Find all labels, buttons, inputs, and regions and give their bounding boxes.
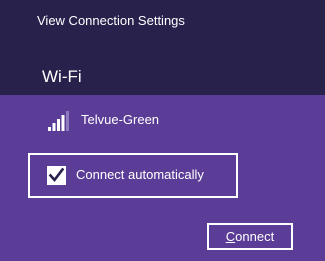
signal-bar xyxy=(52,123,56,131)
wifi-signal-icon xyxy=(48,111,69,131)
connect-automatically-label: Connect automatically xyxy=(76,167,204,182)
connect-button[interactable]: Connect xyxy=(207,223,293,250)
connect-automatically-option[interactable]: Connect automatically xyxy=(28,153,238,198)
signal-bar xyxy=(48,127,51,131)
network-name: Telvue-Green xyxy=(81,112,160,127)
checkmark-icon xyxy=(48,167,65,183)
wifi-section-heading: Wi-Fi xyxy=(42,67,82,86)
connect-button-label: onnect xyxy=(235,229,275,244)
signal-bar xyxy=(57,119,60,131)
wifi-connection-pane: View Connection Settings Wi-Fi Telvue-Gr… xyxy=(0,0,325,261)
signal-bar xyxy=(66,111,69,131)
network-item-telvue-green[interactable]: Telvue-Green xyxy=(48,110,298,134)
header-band: View Connection Settings Wi-Fi xyxy=(0,0,325,95)
connect-automatically-checkbox[interactable] xyxy=(47,166,66,185)
connect-access-key: C xyxy=(225,229,236,244)
view-connection-settings-link[interactable]: View Connection Settings xyxy=(37,13,185,28)
signal-bar xyxy=(61,115,65,131)
